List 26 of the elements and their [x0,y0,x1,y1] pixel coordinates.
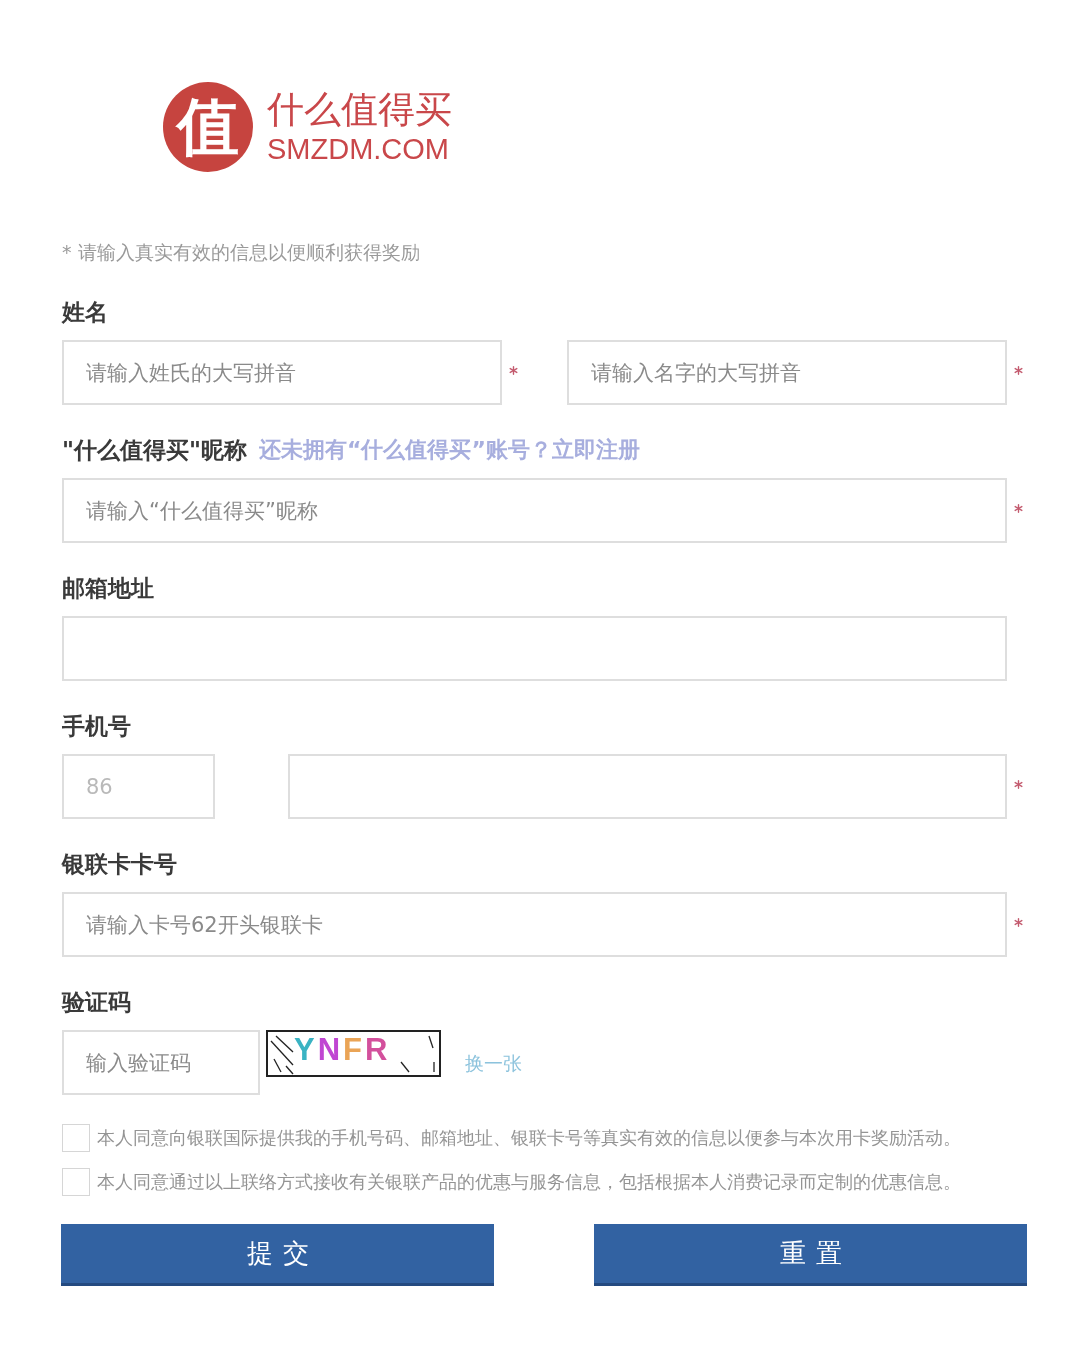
field-label: "什么值得买"昵称 [62,436,247,465]
logo-domain: SMZDM.COM [267,133,451,165]
logo-seal: 值 [163,82,253,172]
logo-name: 什么值得买 [267,89,452,131]
surname-field[interactable]: 请输入姓氏的大写拼音 [62,340,502,405]
register-link[interactable]: 还未拥有“什么值得买”账号？立即注册 [258,435,640,465]
phone-field[interactable] [288,754,1007,819]
submit-button[interactable]: 提交 [61,1224,494,1286]
captcha-field[interactable]: 输入验证码 [62,1030,260,1095]
agreement-text: 本人同意向银联国际提供我的手机号码、邮箱地址、银联卡号等真实有效的信息以便参与本次用卡奖励活动。 [97,1126,961,1150]
field-label: 银联卡卡号 [62,850,177,879]
refresh-captcha-link[interactable]: 换一张 [465,1050,522,1075]
reset-button[interactable]: 重置 [594,1224,1027,1286]
email-field[interactable] [62,616,1007,681]
card-number-field[interactable]: 请输入卡号62开头银联卡 [62,892,1007,957]
field-label: 验证码 [62,988,131,1017]
checkbox[interactable] [62,1124,90,1152]
notice-text: * 请输入真实有效的信息以便顺利获得奖励 [62,240,420,264]
given-name-field[interactable]: 请输入名字的大写拼音 [567,340,1007,405]
captcha-text: YNFR [294,1032,391,1068]
agreement-text: 本人同意通过以上联络方式接收有关银联产品的优惠与服务信息，包括根据本人消费记录而定制的优惠信息。 [97,1170,961,1194]
checkbox[interactable] [62,1168,90,1196]
field-label: 邮箱地址 [62,574,154,603]
field-label: 手机号 [62,712,131,741]
field-label: 姓名 [62,298,108,327]
nickname-field[interactable]: 请输入“什么值得买”昵称 [62,478,1007,543]
